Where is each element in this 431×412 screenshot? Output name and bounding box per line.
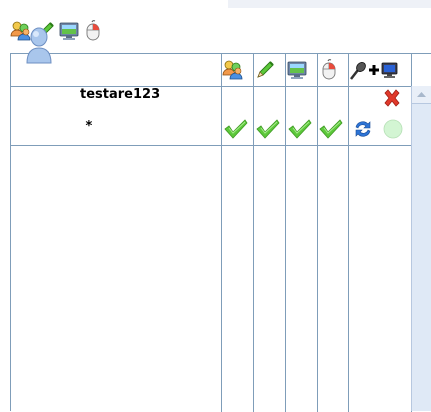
toolbar-strip [228,0,431,8]
toolbar [0,0,431,50]
check-icon[interactable] [287,117,313,141]
mouse-icon[interactable] [318,59,340,81]
pencil-icon[interactable] [254,59,276,81]
row-separator [11,145,421,146]
user-avatar-icon [25,27,53,65]
mouse-icon[interactable] [82,20,104,42]
check-icon[interactable] [318,117,344,141]
user-permissions-table [10,53,431,412]
remove-user-icon[interactable] [381,87,403,109]
username-label: testare123 [80,87,161,102]
chevron-up-icon [417,92,426,97]
vertical-scrollbar[interactable] [411,86,431,411]
column-divider [348,54,349,412]
column-divider [221,54,222,412]
column-divider [317,54,318,412]
monitor-icon[interactable] [58,20,80,42]
check-icon[interactable] [255,117,281,141]
column-divider [253,54,254,412]
microphone-plus-screen-icon[interactable] [349,59,399,81]
check-icon[interactable] [223,117,249,141]
monitor-icon[interactable] [286,59,308,81]
users-icon[interactable] [222,59,244,81]
column-divider [285,54,286,412]
status-light-icon [382,118,404,140]
scroll-up-button[interactable] [412,86,431,104]
refresh-icon[interactable] [352,118,374,140]
status-label: * [85,119,93,134]
